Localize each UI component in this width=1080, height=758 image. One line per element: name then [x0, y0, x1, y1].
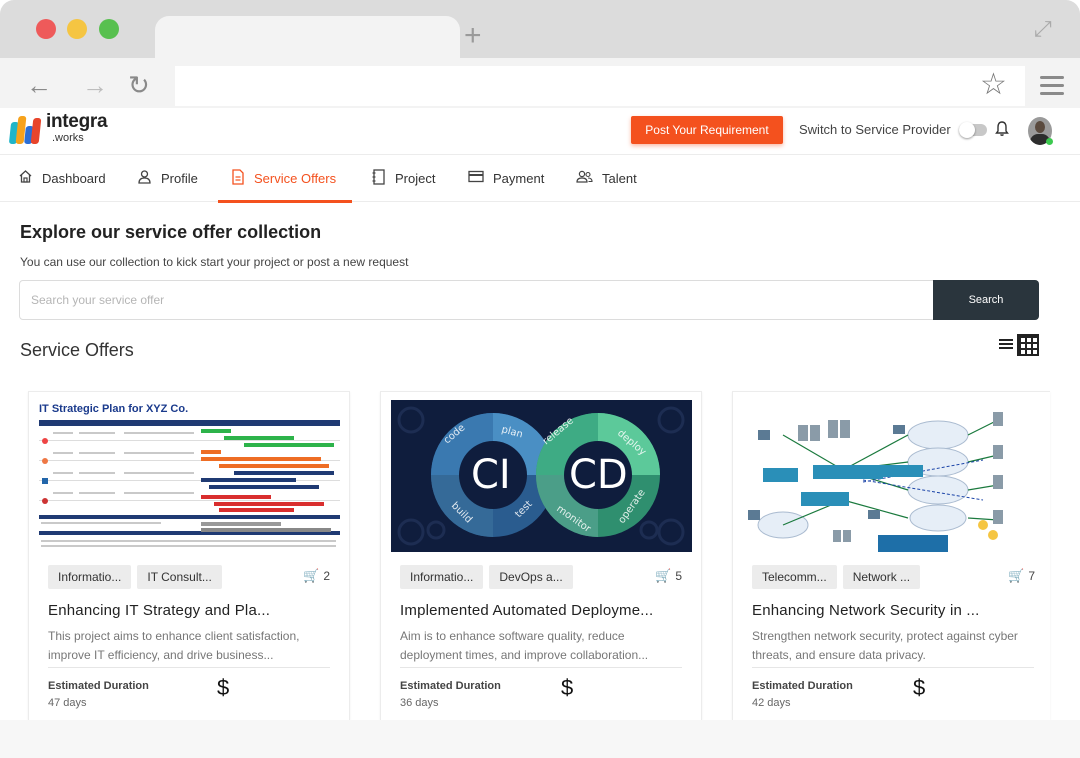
switch-provider-label: Switch to Service Provider — [799, 122, 951, 137]
cart-count: 🛒 5 — [655, 568, 682, 583]
new-tab-button[interactable]: + — [464, 21, 482, 51]
browser-chrome: + ⤢ ← → ↻ ☆ — [0, 0, 1080, 108]
browser-tab[interactable] — [155, 16, 460, 58]
minimize-window-button[interactable] — [67, 19, 87, 39]
close-window-button[interactable] — [36, 19, 56, 39]
card-divider — [48, 667, 330, 668]
tag[interactable]: Network ... — [842, 565, 921, 589]
app: integra .works Post Your Requirement Swi… — [0, 108, 1080, 758]
card-tags: Informatio... DevOps a... — [400, 565, 573, 589]
nav-profile[interactable]: Profile — [137, 155, 198, 202]
ci-label: CI — [471, 452, 511, 498]
estimated-duration-value: 36 days — [400, 697, 439, 709]
page-footer-area — [0, 720, 1080, 758]
price-symbol: $ — [217, 675, 230, 700]
card-divider — [752, 667, 1034, 668]
nav-project[interactable]: Project — [371, 155, 435, 202]
service-offer-card[interactable]: Telecomm... Network ... 🛒 7 Enhancing Net… — [732, 391, 1050, 721]
nav-dashboard[interactable]: Dashboard — [18, 155, 106, 202]
address-bar[interactable] — [175, 66, 1025, 106]
browser-menu-icon[interactable] — [1040, 76, 1064, 100]
card-image: IT Strategic Plan for XYZ Co. — [39, 400, 340, 552]
nav-project-label: Project — [395, 171, 436, 186]
logo-mark-icon — [8, 116, 42, 144]
estimated-duration-label: Estimated Duration — [400, 680, 501, 692]
nav-payment-label: Payment — [493, 171, 545, 186]
page-title: Explore our service offer collection — [20, 222, 322, 242]
cd-label: CD — [569, 452, 628, 498]
card-icon — [468, 170, 484, 187]
cart-icon: 🛒 — [1008, 568, 1025, 583]
list-view-icon[interactable] — [996, 335, 1016, 355]
main-nav: Dashboard Profile Service Offers Project… — [0, 154, 1080, 203]
home-icon — [18, 169, 33, 188]
estimated-duration-label: Estimated Duration — [752, 680, 853, 692]
nav-service-offers[interactable]: Service Offers — [218, 155, 352, 203]
expand-icon[interactable]: ⤢ — [1034, 16, 1052, 42]
tag[interactable]: Telecomm... — [752, 565, 837, 589]
bookmark-star-icon[interactable]: ☆ — [980, 70, 1007, 100]
nav-service-offers-label: Service Offers — [254, 171, 337, 186]
price-symbol: $ — [913, 675, 926, 700]
online-status-dot — [1046, 138, 1053, 145]
cart-icon: 🛒 — [655, 568, 672, 583]
search-bar: Search — [19, 280, 1039, 320]
page-subtitle: You can use our collection to kick start… — [20, 255, 409, 269]
search-input[interactable] — [20, 281, 935, 319]
nav-payment[interactable]: Payment — [468, 155, 544, 202]
user-icon — [137, 169, 152, 188]
people-icon — [576, 170, 593, 188]
nav-talent-label: Talent — [602, 171, 637, 186]
reload-icon[interactable]: ↻ — [128, 70, 150, 100]
nav-dashboard-label: Dashboard — [42, 171, 106, 186]
search-button[interactable]: Search — [933, 280, 1039, 320]
card-tags: Telecomm... Network ... — [752, 565, 921, 589]
price-symbol: $ — [561, 675, 574, 700]
post-requirement-button[interactable]: Post Your Requirement — [631, 116, 783, 144]
nav-profile-label: Profile — [161, 171, 198, 186]
nav-talent[interactable]: Talent — [576, 155, 637, 202]
tag[interactable]: Informatio... — [48, 565, 132, 589]
card-image — [743, 400, 1044, 552]
logo-subtext: .works — [52, 132, 84, 144]
section-title: Service Offers — [20, 340, 134, 360]
grid-view-icon[interactable] — [1017, 334, 1039, 356]
card-divider — [400, 667, 682, 668]
card-title[interactable]: Enhancing IT Strategy and Pla... — [48, 602, 270, 619]
card-tags: Informatio... IT Consult... — [48, 565, 222, 589]
tag[interactable]: DevOps a... — [489, 565, 573, 589]
card-title[interactable]: Implemented Automated Deployme... — [400, 602, 653, 619]
cart-icon: 🛒 — [303, 568, 320, 583]
card-description: Strengthen network security, protect aga… — [752, 629, 1018, 662]
cart-count: 🛒 2 — [303, 568, 330, 583]
card-image-title: IT Strategic Plan for XYZ Co. — [39, 403, 189, 415]
bell-icon[interactable] — [994, 120, 1010, 142]
cart-count: 🛒 7 — [1008, 568, 1035, 583]
tag[interactable]: IT Consult... — [137, 565, 222, 589]
service-offer-card[interactable]: IT Strategic Plan for XYZ Co. Informatio… — [28, 391, 350, 721]
switch-provider-toggle[interactable] — [959, 122, 987, 138]
card-image: code plan release deploy build test moni… — [391, 400, 692, 552]
tag[interactable]: Informatio... — [400, 565, 484, 589]
back-icon[interactable]: ← — [26, 70, 52, 100]
logo[interactable]: integra .works — [8, 111, 108, 146]
card-description: Aim is to enhance software quality, redu… — [400, 629, 649, 662]
forward-icon[interactable]: → — [82, 70, 108, 100]
document-icon — [231, 168, 245, 189]
notebook-icon — [371, 168, 386, 189]
logo-text: integra — [46, 111, 108, 132]
estimated-duration-value: 42 days — [752, 697, 791, 709]
maximize-window-button[interactable] — [99, 19, 119, 39]
estimated-duration-label: Estimated Duration — [48, 680, 149, 692]
card-title[interactable]: Enhancing Network Security in ... — [752, 602, 980, 619]
service-offer-card[interactable]: code plan release deploy build test moni… — [380, 391, 702, 721]
card-description: This project aims to enhance client sati… — [48, 629, 300, 662]
estimated-duration-value: 47 days — [48, 697, 87, 709]
